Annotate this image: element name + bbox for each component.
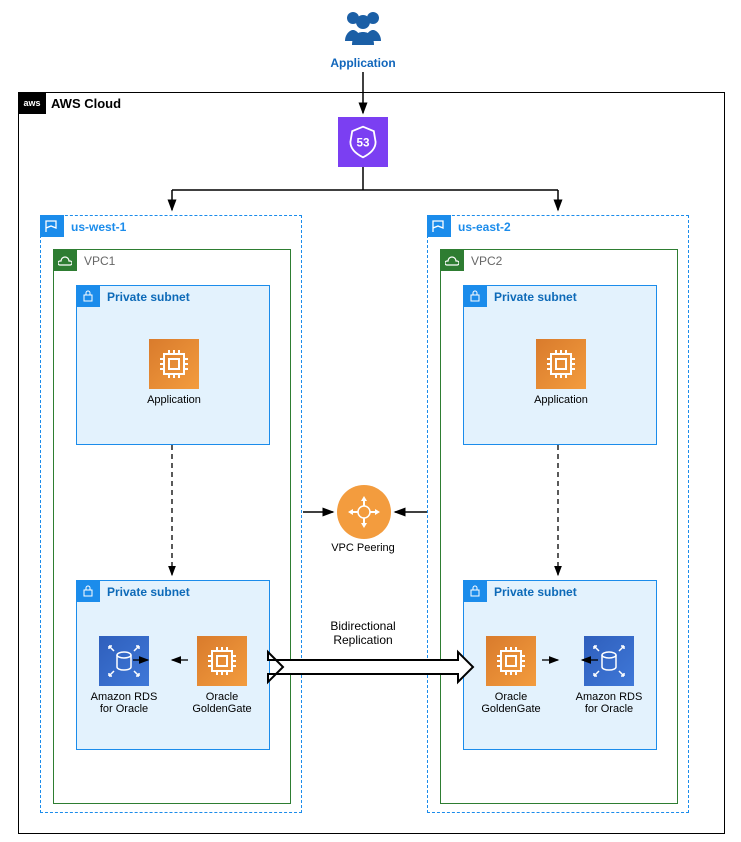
goldengate-icon [486, 636, 536, 686]
rds-icon [584, 636, 634, 686]
subnet-title: Private subnet [107, 290, 190, 304]
region-right-title: us-east-2 [458, 220, 511, 234]
lock-icon [76, 285, 100, 307]
goldengate-icon [197, 636, 247, 686]
vpc-peering-icon [337, 485, 391, 539]
vpc-peering-label: VPC Peering [328, 542, 398, 554]
svg-text:53: 53 [356, 137, 370, 150]
aws-architecture-diagram: Application aws AWS Cloud 53 us-west-1 V… [0, 0, 741, 842]
vpc2-subnet-app: Private subnet Application [463, 285, 657, 445]
lock-icon [76, 580, 100, 602]
rds-label: Amazon RDSfor Oracle [84, 691, 164, 715]
vpc-badge-icon [440, 249, 464, 271]
vpc2-title: VPC2 [471, 254, 502, 268]
goldengate-label: OracleGoldenGate [182, 691, 262, 715]
vpc1-subnet-db: Private subnet Amazon RDSfor Oracle Orac… [76, 580, 270, 750]
vpc-badge-icon [53, 249, 77, 271]
replication-label: BidirectionalReplication [323, 619, 403, 647]
rds-icon [99, 636, 149, 686]
ec2-app-icon [149, 339, 199, 389]
region-left-title: us-west-1 [71, 220, 126, 234]
subnet-title: Private subnet [107, 585, 190, 599]
route53-icon: 53 [338, 117, 388, 167]
lock-icon [463, 580, 487, 602]
subnet-title: Private subnet [494, 290, 577, 304]
region-badge-icon [40, 215, 64, 237]
region-us-east-2: us-east-2 VPC2 Private subnet Applicatio… [427, 215, 689, 813]
aws-cloud-title: AWS Cloud [51, 96, 121, 111]
lock-icon [463, 285, 487, 307]
app-label: Application [134, 394, 214, 406]
vpc1: VPC1 Private subnet Application Private … [53, 249, 291, 804]
rds-label: Amazon RDSfor Oracle [569, 691, 649, 715]
vpc2-subnet-db: Private subnet OracleGoldenGate Amazon R… [463, 580, 657, 750]
region-us-west-1: us-west-1 VPC1 Private subnet Applicatio… [40, 215, 302, 813]
region-badge-icon [427, 215, 451, 237]
goldengate-label: OracleGoldenGate [471, 691, 551, 715]
aws-badge: aws [18, 92, 46, 114]
users-icon [338, 5, 388, 55]
app-label: Application [521, 394, 601, 406]
ec2-app-icon [536, 339, 586, 389]
vpc1-title: VPC1 [84, 254, 115, 268]
subnet-title: Private subnet [494, 585, 577, 599]
application-top-label: Application [323, 56, 403, 70]
vpc1-subnet-app: Private subnet Application [76, 285, 270, 445]
vpc2: VPC2 Private subnet Application Private … [440, 249, 678, 804]
